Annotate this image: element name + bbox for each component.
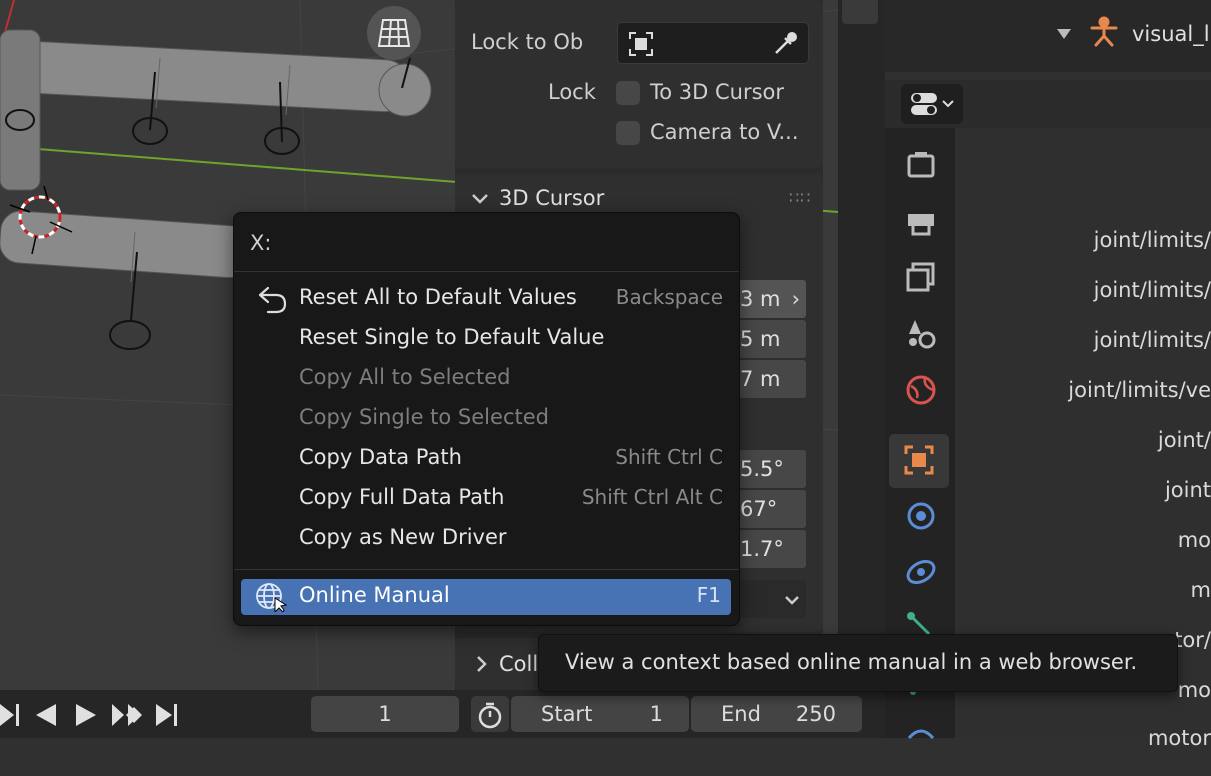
view-layer-tab-icon[interactable]	[899, 256, 943, 300]
property-label: joint/limits/	[1093, 228, 1211, 252]
camera-to-view-checkbox[interactable]	[616, 121, 640, 145]
physics-tab-icon[interactable]	[899, 550, 943, 594]
start-frame-field[interactable]: Start 1	[511, 696, 689, 732]
cursor-location-z-field[interactable]: 7 m	[738, 360, 806, 398]
online-manual-item[interactable]: Online Manual F1	[241, 579, 731, 615]
outliner: visual_l	[885, 0, 1211, 72]
undo-icon	[258, 286, 287, 314]
object-tab[interactable]	[889, 434, 949, 488]
property-label: joint/limits/	[1093, 278, 1211, 302]
camera-to-view-label: Camera to V...	[650, 120, 799, 144]
output-tab-icon[interactable]	[899, 200, 943, 244]
disclosure-triangle-icon[interactable]	[1054, 24, 1074, 44]
3d-cursor-panel-title[interactable]: 3D Cursor	[499, 186, 604, 210]
property-label: motor	[1147, 726, 1211, 750]
cursor-location-x-field[interactable]: 3 m ›	[738, 280, 806, 318]
editor-type-dropdown[interactable]	[901, 84, 963, 124]
copy-single-to-selected-item: Copy Single to Selected	[299, 405, 549, 429]
lock-object-field[interactable]	[617, 22, 809, 64]
menu-separator	[234, 271, 739, 272]
to-3d-cursor-label: To 3D Cursor	[650, 80, 785, 104]
chevron-right-icon: ›	[791, 287, 800, 311]
jump-to-next-keyframe-icon	[112, 704, 142, 726]
end-frame-field[interactable]: End 250	[691, 696, 862, 732]
view-lock-panel: Lock to Ob Lock To 3D Cursor Camera to V…	[455, 0, 823, 168]
grid-icon	[377, 19, 411, 47]
eyedropper-icon[interactable]	[770, 28, 800, 58]
property-label: mo	[1177, 528, 1211, 552]
object-tab-icon	[904, 445, 934, 475]
globe-help-icon	[256, 583, 287, 612]
reset-all-to-default-item[interactable]: Reset All to Default Values Backspace	[234, 279, 739, 319]
outliner-item-label[interactable]: visual_l	[1132, 22, 1210, 46]
lock-label: Lock	[548, 80, 596, 104]
reset-single-to-default-item[interactable]: Reset Single to Default Value	[234, 319, 739, 359]
cursor-location-y-field[interactable]: 5 m	[738, 320, 806, 358]
bone-constraint-tab-icon[interactable]	[899, 718, 943, 762]
copy-all-to-selected-item: Copy All to Selected	[299, 365, 511, 389]
menu-title: X:	[250, 231, 272, 255]
chevron-right-icon[interactable]	[471, 654, 491, 674]
use-preview-range-button[interactable]	[471, 696, 509, 732]
properties-editor-icon	[911, 93, 954, 115]
playback-controls	[0, 704, 177, 726]
tooltip-text: View a context based online manual in a …	[565, 650, 1138, 674]
object-icon	[629, 32, 653, 56]
tooltip: View a context based online manual in a …	[538, 634, 1178, 692]
property-label: joint/limits/	[1093, 328, 1211, 352]
jump-to-end-icon	[156, 704, 177, 726]
play-icon	[76, 704, 96, 726]
perspective-toggle-button[interactable]	[367, 6, 421, 60]
cursor-rotation-x-field[interactable]: 5.5°	[738, 450, 806, 488]
property-label: m	[1190, 578, 1211, 602]
copy-as-new-driver-item[interactable]: Copy as New Driver	[234, 519, 739, 559]
modifiers-tab-icon[interactable]	[899, 494, 943, 538]
menu-separator	[234, 569, 739, 570]
copy-full-data-path-item[interactable]: Copy Full Data Path Shift Ctrl Alt C	[234, 479, 739, 519]
sidebar-tab-strip	[838, 0, 885, 690]
jump-to-keyframe-icon	[36, 704, 56, 726]
jump-to-start-icon	[0, 704, 19, 726]
property-label: mo	[1177, 678, 1211, 702]
stopwatch-icon	[478, 702, 502, 729]
drag-handle-icon[interactable]: ∷∷	[789, 188, 811, 207]
cursor-rotation-y-field[interactable]: 67°	[738, 490, 806, 528]
scene-tab-icon[interactable]	[899, 312, 943, 356]
copy-data-path-item[interactable]: Copy Data Path Shift Ctrl C	[234, 439, 739, 479]
chevron-down-icon[interactable]	[469, 188, 491, 210]
world-tab-icon[interactable]	[899, 368, 943, 412]
property-label: tor/	[1174, 628, 1211, 652]
sidebar-tab[interactable]	[842, 0, 878, 24]
cursor-rotation-z-field[interactable]: 1.7°	[738, 530, 806, 568]
render-tab-icon[interactable]	[899, 144, 943, 188]
property-label: joint/	[1157, 428, 1211, 452]
current-frame-field[interactable]: 1	[311, 696, 459, 732]
property-label: joint	[1164, 478, 1211, 502]
chevron-down-icon	[785, 596, 799, 605]
collections-panel-title[interactable]: Coll	[499, 652, 538, 676]
rotation-mode-dropdown[interactable]	[738, 580, 806, 618]
armature-icon	[1090, 16, 1118, 47]
property-label: joint/limits/ve	[1068, 378, 1211, 402]
lock-to-object-label: Lock to Ob	[471, 30, 584, 54]
to-3d-cursor-checkbox[interactable]	[616, 81, 640, 105]
context-menu: X: Reset All to Default Values Backspace…	[233, 212, 740, 626]
timeline-header: 1 Start 1 End 250	[0, 690, 885, 738]
properties-header	[885, 80, 1211, 128]
